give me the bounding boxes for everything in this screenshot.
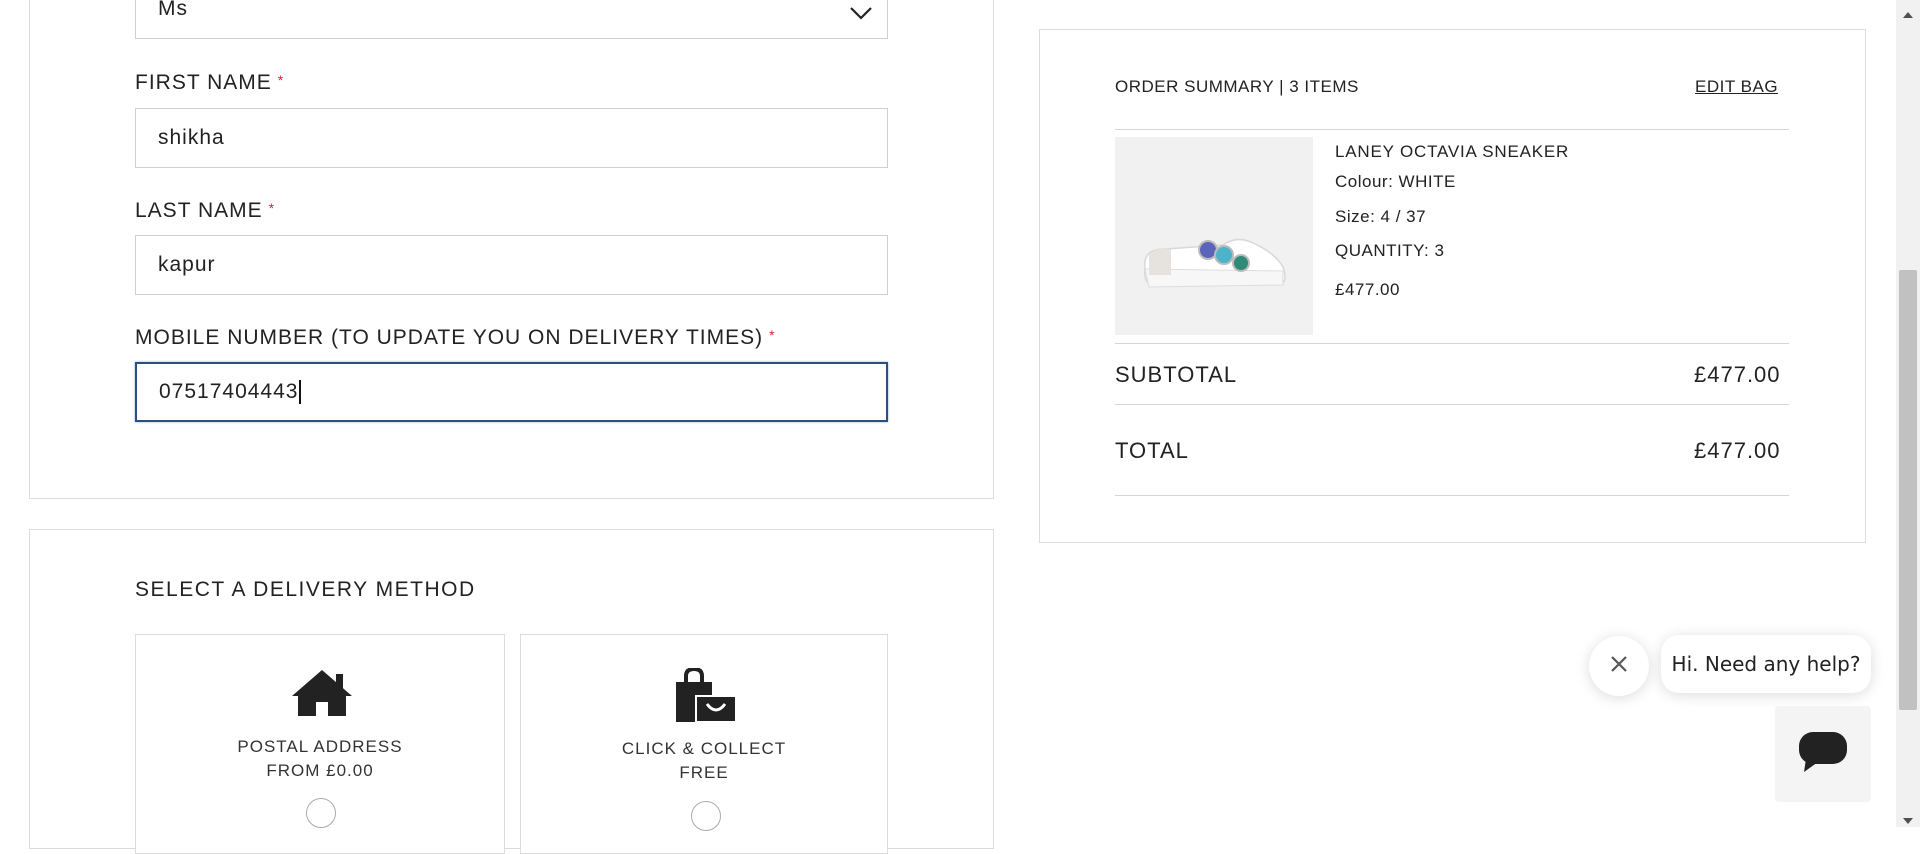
title-select[interactable]: Ms <box>135 0 888 39</box>
last-name-value: kapur <box>158 253 216 276</box>
shopping-bag-icon <box>674 666 738 729</box>
scroll-down-arrow-icon[interactable] <box>1903 811 1913 829</box>
title-select-value: Ms <box>158 0 188 20</box>
order-summary-heading: ORDER SUMMARY | 3 ITEMS <box>1115 77 1359 96</box>
first-name-label: FIRST NAME * <box>135 71 284 95</box>
click-collect-label: CLICK & COLLECT <box>621 739 787 758</box>
product-image[interactable] <box>1115 137 1313 335</box>
click-collect-option[interactable]: CLICK & COLLECT FREE <box>520 634 888 854</box>
delivery-method-title: SELECT A DELIVERY METHOD <box>135 578 476 601</box>
mobile-number-input[interactable]: 07517404443 <box>135 362 888 422</box>
product-colour: Colour: WHITE <box>1335 172 1456 191</box>
last-name-label-text: LAST NAME <box>135 199 263 222</box>
postal-address-radio[interactable] <box>306 798 336 828</box>
edit-bag-link[interactable]: EDIT BAG <box>1695 77 1778 97</box>
chat-greeting-text: Hi. Need any help? <box>1671 652 1861 676</box>
subtotal-value: £477.00 <box>1694 362 1781 387</box>
divider <box>1115 129 1789 130</box>
first-name-input[interactable]: shikha <box>135 108 888 168</box>
click-collect-price: FREE <box>679 763 729 782</box>
total-label: TOTAL <box>1115 438 1189 463</box>
house-icon <box>290 668 354 723</box>
product-name[interactable]: LANEY OCTAVIA SNEAKER <box>1335 142 1569 162</box>
mobile-number-label: MOBILE NUMBER (TO UPDATE YOU ON DELIVERY… <box>135 326 776 350</box>
divider <box>1115 343 1789 344</box>
required-marker: * <box>268 200 276 216</box>
required-marker: * <box>769 327 776 343</box>
close-icon <box>1609 654 1629 679</box>
first-name-value: shikha <box>158 126 225 149</box>
chat-greeting-bubble[interactable]: Hi. Need any help? <box>1661 635 1871 693</box>
scrollbar-thumb[interactable] <box>1899 270 1917 710</box>
chat-icon <box>1798 731 1848 778</box>
product-price: £477.00 <box>1335 280 1400 299</box>
mobile-number-value: 07517404443 <box>159 380 299 403</box>
text-caret <box>299 380 302 404</box>
postal-address-label: POSTAL ADDRESS <box>237 737 403 756</box>
chevron-down-icon <box>849 2 873 26</box>
last-name-label: LAST NAME * <box>135 199 275 223</box>
divider <box>1115 404 1789 405</box>
required-marker: * <box>277 72 285 88</box>
total-value: £477.00 <box>1694 438 1781 463</box>
last-name-input[interactable]: kapur <box>135 235 888 295</box>
subtotal-label: SUBTOTAL <box>1115 362 1238 387</box>
product-size: Size: 4 / 37 <box>1335 207 1427 226</box>
first-name-label-text: FIRST NAME <box>135 71 272 94</box>
mobile-number-label-text: MOBILE NUMBER (TO UPDATE YOU ON DELIVERY… <box>135 326 764 349</box>
postal-address-price: FROM £0.00 <box>266 761 374 780</box>
scroll-up-arrow-icon[interactable] <box>1903 5 1913 23</box>
product-quantity: QUANTITY: 3 <box>1335 241 1445 260</box>
divider <box>1115 495 1789 496</box>
postal-address-option[interactable]: POSTAL ADDRESS FROM £0.00 <box>135 634 505 854</box>
chat-launcher-button[interactable] <box>1775 706 1871 802</box>
chat-close-button[interactable] <box>1589 636 1649 696</box>
